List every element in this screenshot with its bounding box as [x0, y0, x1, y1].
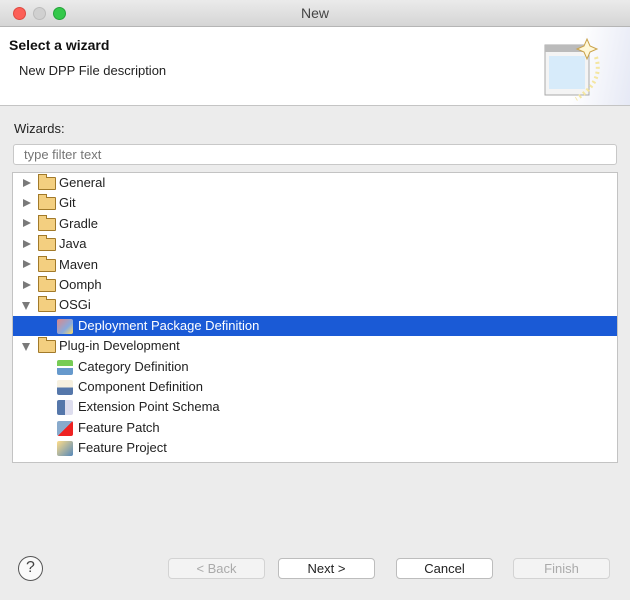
- tree-label: Category Definition: [78, 358, 189, 374]
- component-definition-icon: [57, 380, 73, 395]
- tree-folder[interactable]: Gradle: [13, 214, 617, 234]
- folder-icon: [38, 296, 56, 313]
- tree-label: Feature Project: [78, 440, 167, 456]
- tree-folder[interactable]: Maven: [13, 255, 617, 275]
- collapsed-arrow-icon[interactable]: [23, 280, 31, 289]
- finish-button[interactable]: Finish: [513, 558, 610, 579]
- tree-label: Feature Patch: [78, 419, 160, 435]
- filter-input[interactable]: [13, 144, 617, 165]
- tree-label: General: [59, 175, 106, 190]
- expanded-arrow-icon[interactable]: [22, 302, 30, 311]
- collapsed-arrow-icon[interactable]: [23, 219, 31, 228]
- zoom-window-button[interactable]: [53, 7, 66, 20]
- wizard-header: Select a wizard New DPP File description: [0, 27, 630, 106]
- tree-item[interactable]: Feature Patch: [13, 418, 617, 438]
- title-bar: New: [0, 0, 630, 27]
- tree-label: OSGi: [59, 297, 91, 313]
- tree-label: Plug-in Development: [59, 338, 180, 354]
- tree-item[interactable]: Feature Project: [13, 438, 617, 458]
- tree-label: Java: [59, 236, 87, 252]
- tree-label: Component Definition: [78, 379, 204, 394]
- feature-patch-icon: [57, 420, 73, 436]
- tree-label: Maven: [59, 256, 99, 272]
- tree-item[interactable]: Component Definition: [13, 377, 617, 397]
- tree-folder[interactable]: General: [13, 173, 617, 193]
- tree-folder[interactable]: Git: [13, 193, 617, 213]
- folder-icon: [38, 214, 56, 231]
- tree-label: Extension Point Schema: [78, 399, 220, 415]
- minimize-window-button[interactable]: [33, 7, 46, 20]
- wizard-banner-icon: [540, 27, 630, 105]
- tree-item[interactable]: Deployment Package Definition: [13, 315, 617, 337]
- window-title: New: [300, 5, 329, 21]
- feature-project-icon: [57, 441, 73, 457]
- wizard-tree[interactable]: General Git Gradle Java Maven Oomph OSGi Deploy…: [12, 172, 618, 463]
- tree-label: Gradle: [59, 215, 99, 231]
- help-button[interactable]: ?: [18, 556, 43, 581]
- tree-folder[interactable]: Plug-in Development: [13, 336, 617, 356]
- tree-label: Git: [59, 195, 76, 211]
- tree-folder[interactable]: Java: [13, 234, 617, 254]
- tree-label: Deployment Package Definition: [78, 317, 260, 333]
- page-title: Select a wizard: [9, 37, 110, 53]
- expanded-arrow-icon[interactable]: [22, 343, 30, 352]
- close-window-button[interactable]: [13, 7, 26, 20]
- collapsed-arrow-icon[interactable]: [23, 178, 31, 187]
- extension-point-schema-icon: [57, 400, 73, 416]
- wizards-label: Wizards:: [14, 121, 65, 136]
- collapsed-arrow-icon[interactable]: [23, 239, 31, 248]
- folder-icon: [38, 337, 56, 354]
- folder-icon: [38, 174, 56, 190]
- tree-folder[interactable]: Oomph: [13, 275, 617, 295]
- page-description: New DPP File description: [19, 63, 167, 78]
- folder-icon: [38, 194, 56, 211]
- category-definition-icon: [57, 359, 73, 375]
- tree-item[interactable]: Extension Point Schema: [13, 397, 617, 417]
- deployment-package-icon: [57, 318, 73, 334]
- collapsed-arrow-icon[interactable]: [23, 198, 31, 207]
- folder-icon: [38, 255, 56, 272]
- back-button[interactable]: < Back: [168, 558, 265, 579]
- collapsed-arrow-icon[interactable]: [23, 260, 31, 269]
- tree-folder[interactable]: OSGi: [13, 295, 617, 315]
- folder-icon: [38, 276, 56, 292]
- tree-label: Oomph: [59, 277, 102, 292]
- folder-icon: [38, 235, 56, 252]
- cancel-button[interactable]: Cancel: [396, 558, 493, 579]
- next-button[interactable]: Next >: [278, 558, 375, 579]
- tree-item[interactable]: Category Definition: [13, 357, 617, 377]
